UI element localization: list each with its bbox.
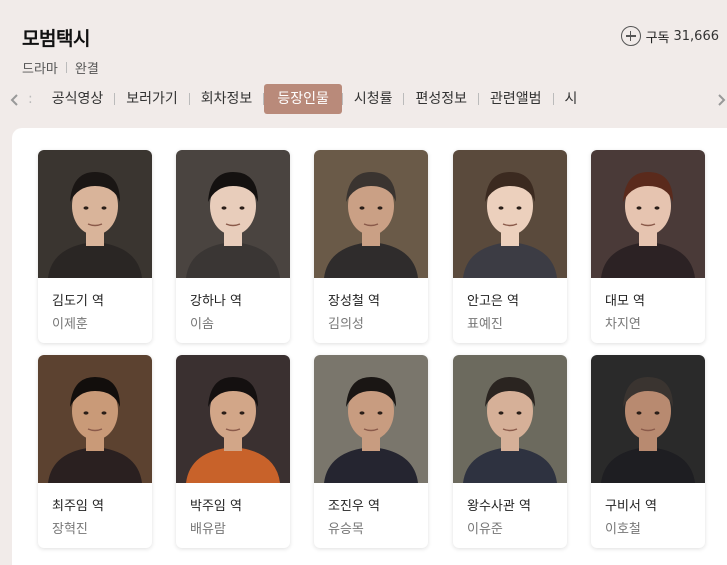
tab-divider: : — [28, 91, 33, 107]
program-title[interactable]: 모범택시 — [22, 24, 90, 51]
cast-photo[interactable] — [176, 355, 290, 483]
cast-actor[interactable]: 이유준 — [467, 518, 503, 537]
cast-actor[interactable]: 장혁진 — [52, 518, 88, 537]
cast-role: 장성철 역 — [328, 294, 380, 309]
status-label: 완결 — [74, 62, 99, 77]
cast-actor[interactable]: 이제훈 — [52, 313, 88, 332]
cast-card[interactable]: 장성철 역김의성 — [314, 150, 428, 343]
chevron-left-icon[interactable] — [8, 92, 22, 106]
cast-card[interactable]: 김도기 역이제훈 — [38, 150, 152, 343]
meta-divider — [65, 62, 67, 73]
cast-actor[interactable]: 배유람 — [190, 518, 226, 537]
cast-role: 조진우 역 — [328, 499, 380, 514]
cast-role: 왕수사관 역 — [467, 499, 531, 514]
cast-actor[interactable]: 이솜 — [190, 313, 214, 332]
subscribe-label: 구독 — [645, 30, 670, 46]
cast-role: 강하나 역 — [190, 294, 242, 309]
tab-strip: : 공식영상 보러가기 회차정보 등장인물 시청률 편성정보 관련앨범 시 — [28, 84, 588, 114]
cast-card[interactable]: 최주임 역장혁진 — [38, 355, 152, 548]
plus-icon — [620, 26, 641, 46]
program-header: 모범택시 드라마 완결 구독 31,666 : 공식영상 보러가기 회차정보 등장인물… — [0, 0, 727, 128]
subscribe-button[interactable]: 구독 31,666 — [620, 26, 720, 46]
cast-role: 최주임 역 — [52, 499, 104, 514]
cast-role: 김도기 역 — [52, 294, 104, 309]
chevron-right-icon[interactable] — [714, 92, 727, 106]
tab-6[interactable]: 관련앨범 — [479, 84, 553, 114]
tab-1[interactable]: 보러가기 — [115, 84, 189, 114]
cast-card[interactable]: 박주임 역배유람 — [176, 355, 290, 548]
cast-role: 안고은 역 — [467, 294, 519, 309]
cast-role: 구비서 역 — [605, 499, 657, 514]
tab-4[interactable]: 시청률 — [343, 84, 404, 114]
cast-actor[interactable]: 이호철 — [605, 518, 641, 537]
cast-actor[interactable]: 김의성 — [328, 313, 364, 332]
cast-card[interactable]: 안고은 역표예진 — [453, 150, 567, 343]
subscribe-count: 31,666 — [673, 28, 720, 44]
tab-2[interactable]: 회차정보 — [190, 84, 264, 114]
cast-card[interactable]: 대모 역차지연 — [591, 150, 705, 343]
cast-photo[interactable] — [38, 150, 152, 278]
tab-0[interactable]: 공식영상 — [41, 84, 115, 114]
cast-actor[interactable]: 차지연 — [605, 313, 641, 332]
program-meta: 드라마 완결 — [22, 58, 99, 77]
tab-bar: : 공식영상 보러가기 회차정보 등장인물 시청률 편성정보 관련앨범 시 — [0, 84, 727, 114]
genre-label: 드라마 — [22, 62, 58, 77]
cast-photo[interactable] — [591, 355, 705, 483]
cast-card[interactable]: 왕수사관 역이유준 — [453, 355, 567, 548]
cast-actor[interactable]: 표예진 — [467, 313, 503, 332]
cast-panel: 김도기 역 이제훈 강하나 역 이솜 장성철 역 김의성 안고은 역 표예진 대모 역 차지연 최주… — [12, 128, 727, 565]
cast-photo[interactable] — [453, 355, 567, 483]
cast-role: 박주임 역 — [190, 499, 242, 514]
cast-role: 대모 역 — [605, 294, 646, 309]
cast-card[interactable]: 조진우 역유승목 — [314, 355, 428, 548]
cast-card[interactable]: 강하나 역이솜 — [176, 150, 290, 343]
tab-3[interactable]: 등장인물 — [264, 84, 342, 114]
cast-actor[interactable]: 유승목 — [328, 518, 364, 537]
tab-5[interactable]: 편성정보 — [404, 84, 478, 114]
cast-photo[interactable] — [314, 355, 428, 483]
cast-photo[interactable] — [591, 150, 705, 278]
cast-photo[interactable] — [453, 150, 567, 278]
cast-photo[interactable] — [314, 150, 428, 278]
tab-7[interactable]: 시 — [554, 84, 589, 114]
cast-card[interactable]: 구비서 역이호철 — [591, 355, 705, 548]
cast-photo[interactable] — [176, 150, 290, 278]
cast-photo[interactable] — [38, 355, 152, 483]
